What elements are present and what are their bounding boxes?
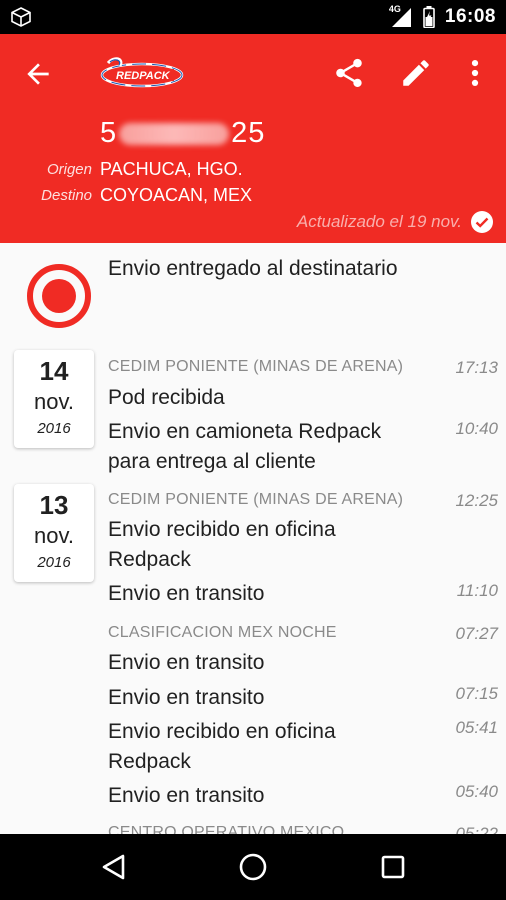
delivered-status-icon [27, 264, 91, 328]
redacted-digits [119, 122, 230, 145]
event-location: CLASIFICACION MEX NOCHE [108, 624, 337, 641]
date-month: nov. [34, 523, 74, 548]
origin-row: Origen PACHUCA, HGO. [0, 156, 506, 182]
app-notification-icon [11, 7, 31, 27]
battery-icon [423, 6, 435, 28]
destination-label: Destino [41, 186, 92, 204]
delivery-status: Envio entregado al destinatario [108, 257, 398, 280]
event-description: Envio recibido en oficina Redpack [108, 518, 336, 571]
event-description: Envio en camioneta Redpack para entrega … [108, 420, 382, 473]
last-updated: Actualizado el 19 nov. [297, 209, 494, 235]
event-description: Envio recibido en oficina Redpack [108, 720, 336, 773]
date-year: 2016 [37, 554, 71, 571]
event-time: 05:41 [455, 718, 498, 737]
nav-recents-icon[interactable] [377, 851, 409, 883]
more-vert-icon[interactable] [462, 56, 488, 90]
origin-value: PACHUCA, HGO. [100, 158, 243, 179]
date-year: 2016 [37, 420, 71, 437]
shipment-header: REDPACK 5 25 Origen PACHUCA, HGO. Destin… [0, 34, 506, 243]
status-bar: 4G 16:08 [0, 0, 506, 34]
check-circle-icon [471, 211, 493, 233]
date-card: 14 nov. 2016 [14, 350, 94, 448]
date-day: 14 [39, 356, 69, 386]
share-icon[interactable] [332, 56, 366, 90]
tracking-history[interactable]: Envio entregado al destinatario 14 nov. … [0, 243, 506, 834]
event-time: 12:25 [455, 491, 498, 510]
event-time: 05:40 [455, 782, 498, 801]
event-location: CEDIM PONIENTE (MINAS DE ARENA) [108, 358, 404, 375]
tracking-number: 5 25 [100, 117, 266, 149]
signal-4g-icon: 4G [389, 4, 413, 28]
event-time: 07:15 [455, 684, 498, 703]
event-description: Envio en transito [108, 582, 265, 605]
system-nav-bar [0, 834, 506, 900]
nav-back-icon[interactable] [98, 851, 130, 883]
edit-pencil-icon[interactable] [399, 56, 433, 90]
event-time: 17:13 [455, 358, 498, 377]
destination-row: Destino COYOACAN, MEX [0, 182, 506, 208]
event-time: 10:40 [455, 419, 498, 438]
event-time: 07:27 [455, 624, 498, 643]
event-description: Pod recibida [108, 386, 225, 409]
redpack-logo: REDPACK [100, 57, 184, 88]
back-arrow-icon[interactable] [22, 58, 54, 90]
last-updated-text: Actualizado el 19 nov. [296, 212, 462, 231]
event-description: Envio en transito [108, 784, 265, 807]
svg-text:REDPACK: REDPACK [116, 70, 171, 82]
date-month: nov. [34, 389, 74, 414]
event-time: 05:22 [455, 824, 498, 834]
event-description: Envio en transito [108, 651, 265, 674]
clock: 16:08 [444, 6, 496, 27]
event-time: 11:10 [456, 581, 498, 600]
nav-home-icon[interactable] [237, 851, 269, 883]
event-location: CEDIM PONIENTE (MINAS DE ARENA) [108, 491, 404, 508]
event-description: Envio en transito [108, 686, 265, 709]
origin-label: Origen [46, 160, 92, 178]
date-card: 13 nov. 2016 [14, 484, 94, 582]
date-day: 13 [39, 490, 69, 520]
destination-value: COYOACAN, MEX [100, 184, 253, 205]
event-location: CENTRO OPERATIVO MEXICO [108, 824, 345, 834]
